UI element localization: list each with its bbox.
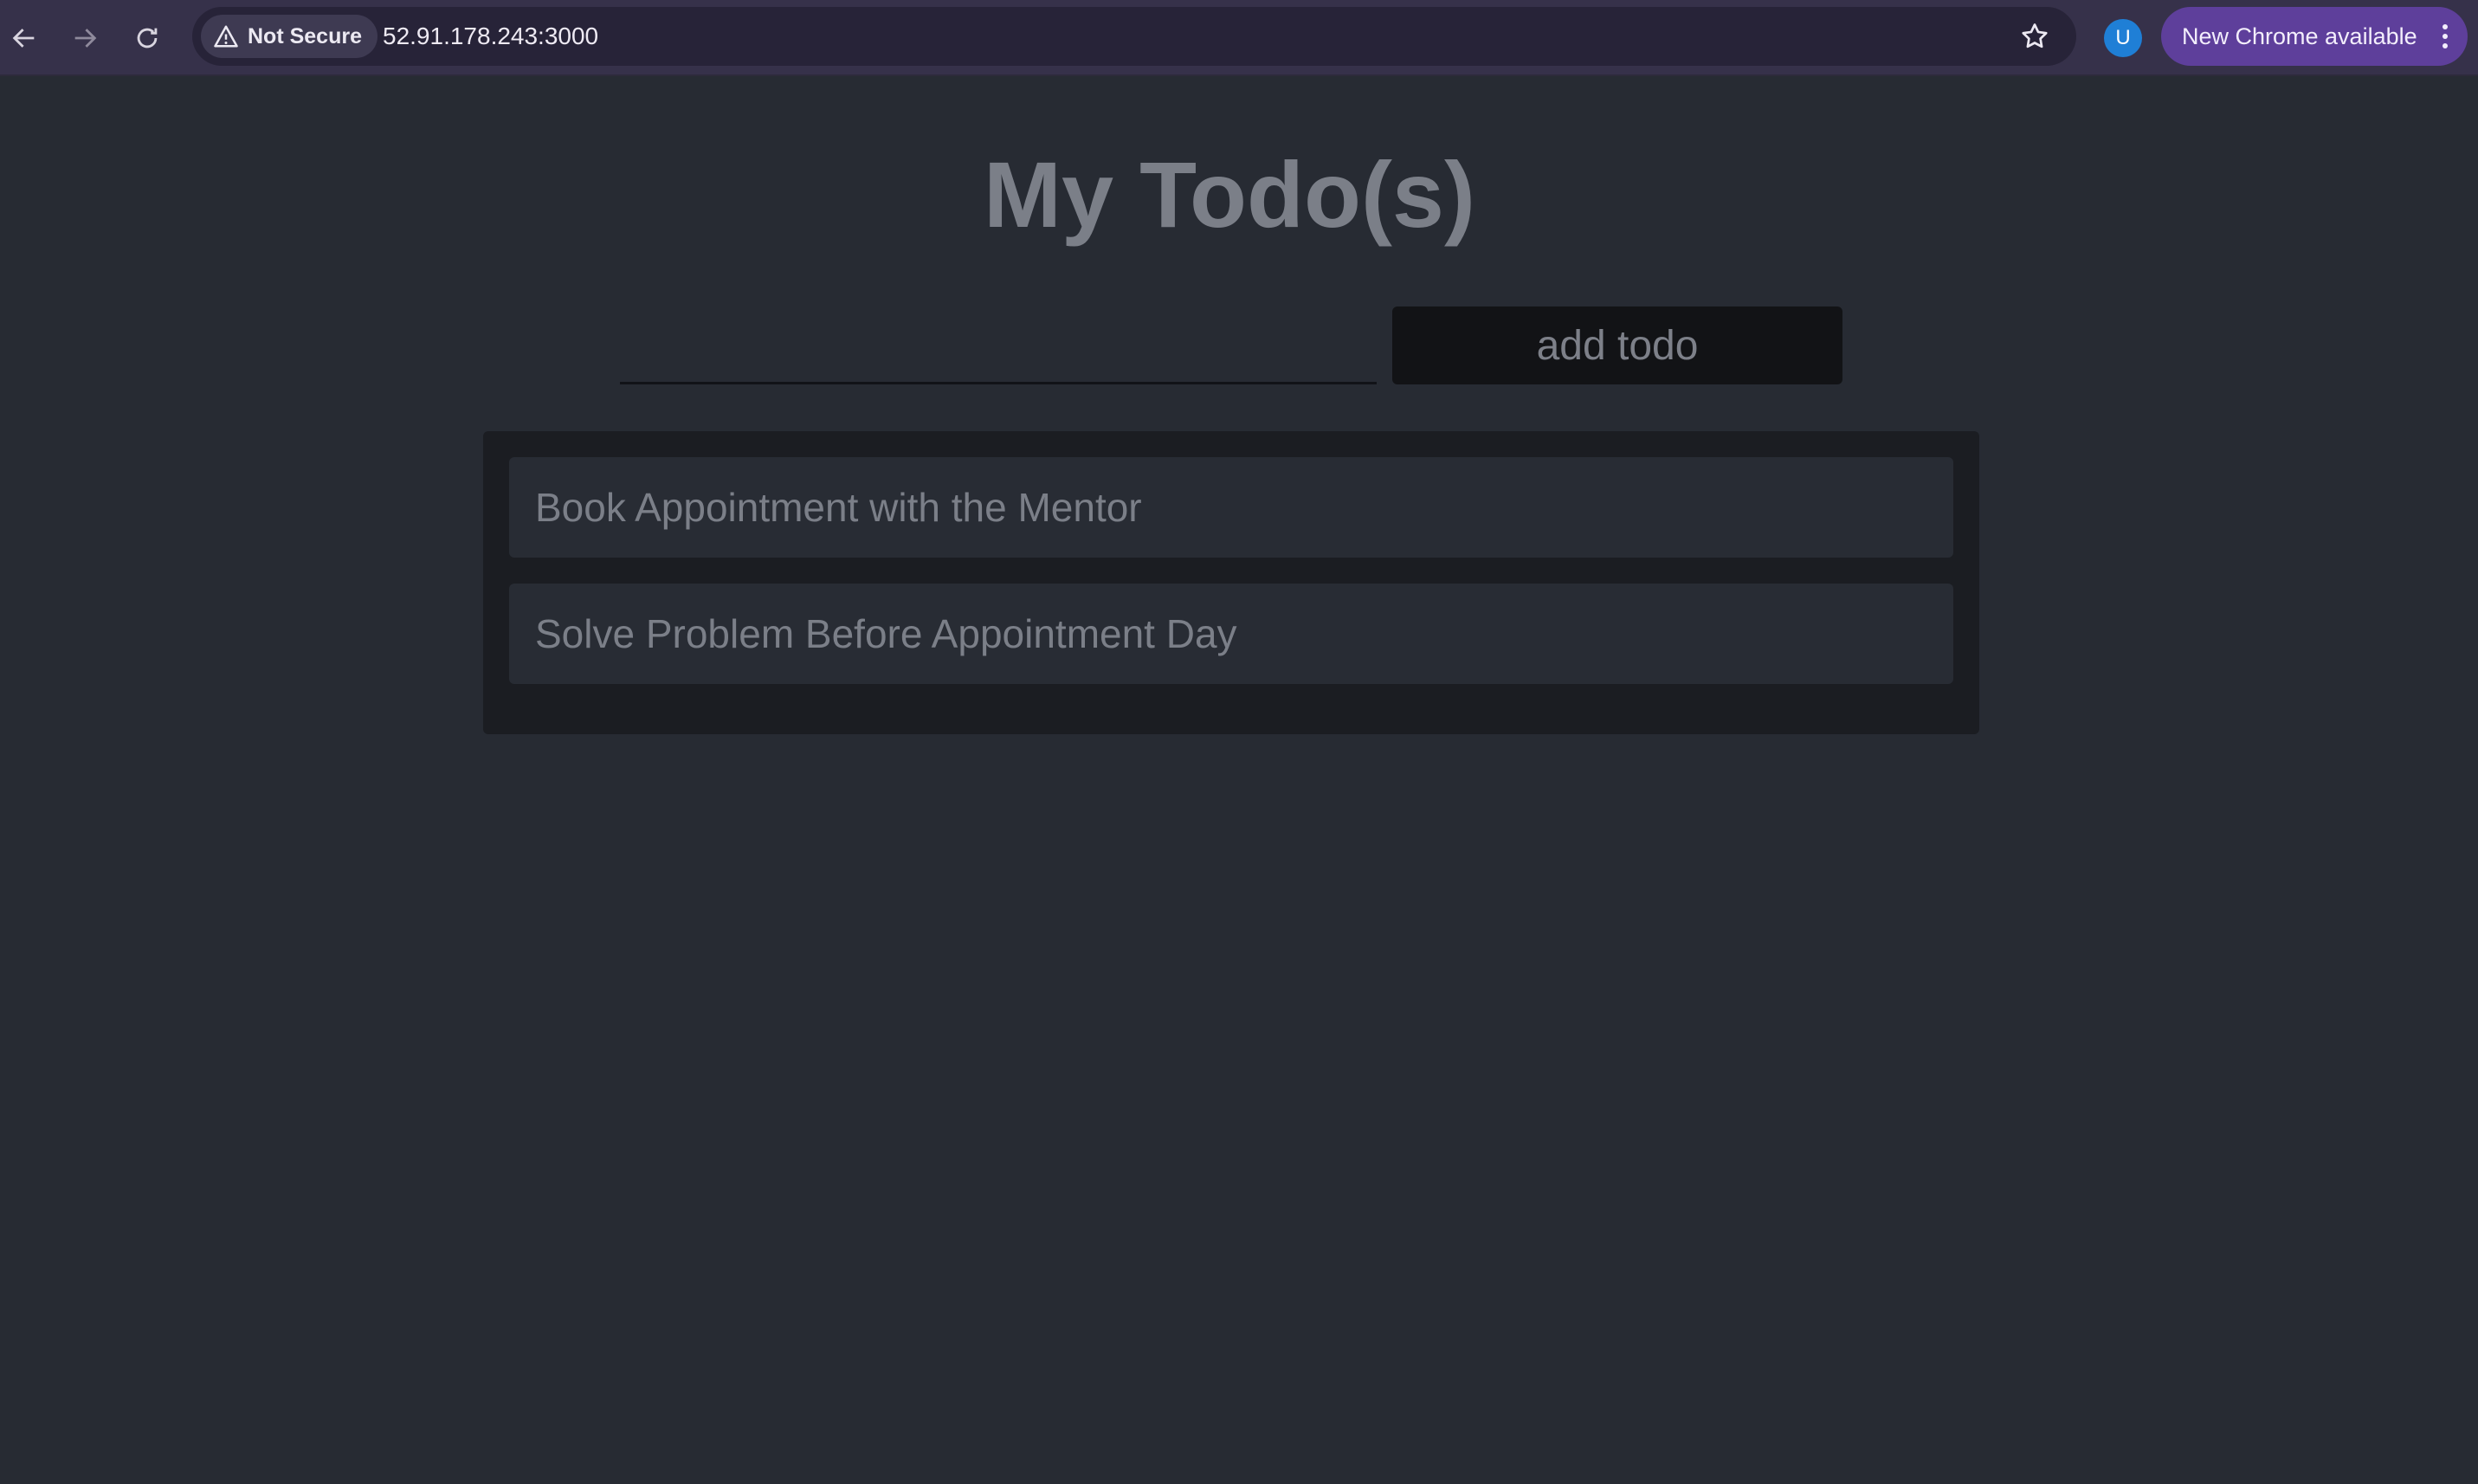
bookmark-button[interactable] (2014, 16, 2055, 57)
chrome-update-button[interactable]: New Chrome available (2161, 7, 2468, 66)
back-button[interactable] (2, 16, 47, 61)
address-bar[interactable]: Not Secure 52.91.178.243:3000 (192, 7, 2076, 66)
forward-button[interactable] (62, 16, 107, 61)
url-text[interactable]: 52.91.178.243:3000 (383, 7, 598, 66)
browser-toolbar: Not Secure 52.91.178.243:3000 U New Chro… (0, 0, 2478, 76)
page-title: My Todo(s) (984, 142, 1475, 247)
add-todo-button[interactable]: add todo (1392, 306, 1842, 384)
todo-input[interactable] (620, 306, 1377, 384)
profile-avatar[interactable]: U (2104, 19, 2142, 57)
arrow-right-icon (74, 29, 97, 48)
kebab-menu-icon[interactable] (2435, 19, 2455, 54)
todo-item[interactable]: Solve Problem Before Appointment Day (509, 584, 1953, 684)
security-label: Not Secure (248, 23, 362, 48)
update-label: New Chrome available (2182, 23, 2417, 49)
reload-button[interactable] (125, 16, 170, 61)
todo-item[interactable]: Book Appointment with the Mentor (509, 457, 1953, 558)
reload-icon (137, 28, 158, 48)
security-indicator[interactable]: Not Secure (201, 15, 378, 58)
star-icon (2022, 23, 2048, 48)
arrow-left-icon (12, 29, 35, 48)
warning-triangle-icon (214, 25, 238, 48)
todo-list: Book Appointment with the Mentor Solve P… (483, 431, 1979, 734)
